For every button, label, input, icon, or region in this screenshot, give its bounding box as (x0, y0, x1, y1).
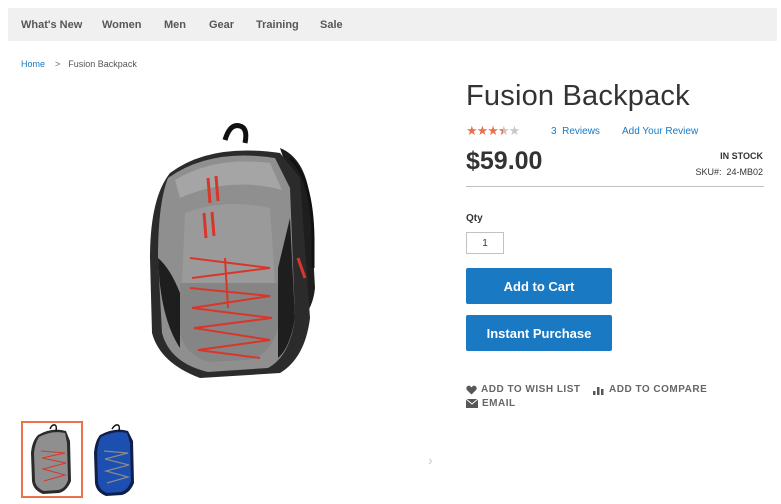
add-to-compare-link[interactable]: ADD TO COMPARE (593, 384, 707, 395)
nav-item-gear[interactable]: Gear (209, 19, 234, 31)
star-half-icon: ★★ (497, 123, 510, 138)
email-label: EMAIL (482, 398, 516, 409)
instant-purchase-button[interactable]: Instant Purchase (466, 315, 612, 351)
nav-item-women[interactable]: Women (102, 19, 142, 31)
product-rating: ★★★★★★ (466, 123, 521, 138)
envelope-icon (466, 399, 478, 408)
add-review-link[interactable]: Add Your Review (622, 126, 698, 137)
email-link[interactable]: EMAIL (466, 398, 516, 409)
add-to-wishlist-link[interactable]: ADD TO WISH LIST (466, 384, 580, 395)
qty-input[interactable] (466, 232, 504, 254)
top-navigation: What's New Women Men Gear Training Sale (8, 8, 777, 41)
nav-item-men[interactable]: Men (164, 19, 186, 31)
nav-item-training[interactable]: Training (256, 19, 299, 31)
gallery-next-arrow[interactable]: › (428, 452, 433, 468)
reviews-link[interactable]: 3 Reviews (551, 126, 600, 137)
breadcrumb-separator: > (55, 59, 61, 69)
breadcrumb: Home > Fusion Backpack (21, 59, 137, 69)
heart-icon (466, 385, 477, 395)
breadcrumb-current: Fusion Backpack (68, 59, 137, 69)
star-empty-icon: ★ (508, 123, 521, 138)
product-price: $59.00 (466, 147, 543, 175)
rating-stars: ★★★★★★ (466, 123, 521, 138)
product-title: Fusion Backpack (466, 80, 690, 112)
nav-item-whats-new[interactable]: What's New (21, 19, 82, 31)
bar-chart-icon (593, 386, 604, 395)
add-to-cart-button[interactable]: Add to Cart (466, 268, 612, 304)
nav-item-sale[interactable]: Sale (320, 19, 343, 31)
divider (466, 186, 764, 187)
breadcrumb-home-link[interactable]: Home (21, 59, 45, 69)
gallery-thumbnail-blue[interactable] (88, 421, 142, 498)
star-filled-icon: ★★★ (466, 123, 499, 138)
qty-label: Qty (466, 213, 483, 224)
compare-label: ADD TO COMPARE (609, 384, 708, 395)
wishlist-label: ADD TO WISH LIST (481, 384, 581, 395)
product-sku: SKU#: 24-MB02 (695, 167, 763, 177)
stock-status: IN STOCK (720, 151, 763, 161)
main-product-image[interactable] (130, 118, 330, 383)
gallery-thumbnail-grey[interactable] (21, 421, 83, 498)
